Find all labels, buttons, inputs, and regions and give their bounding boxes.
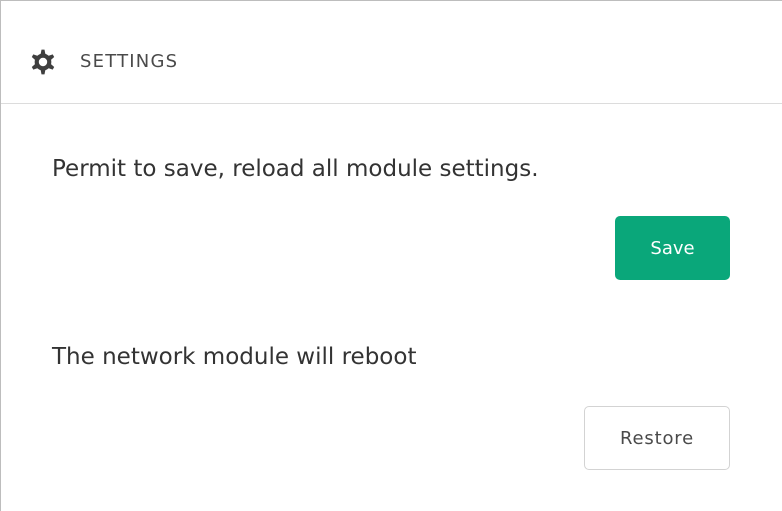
gear-icon bbox=[27, 46, 59, 78]
panel-header: SETTINGS bbox=[1, 1, 782, 104]
save-description: Permit to save, reload all module settin… bbox=[52, 156, 539, 182]
restore-description: The network module will reboot bbox=[52, 344, 417, 370]
page-title: SETTINGS bbox=[80, 51, 179, 72]
save-button[interactable]: Save bbox=[615, 216, 730, 280]
settings-panel: SETTINGS Permit to save, reload all modu… bbox=[0, 0, 782, 511]
restore-button[interactable]: Restore bbox=[584, 406, 730, 470]
